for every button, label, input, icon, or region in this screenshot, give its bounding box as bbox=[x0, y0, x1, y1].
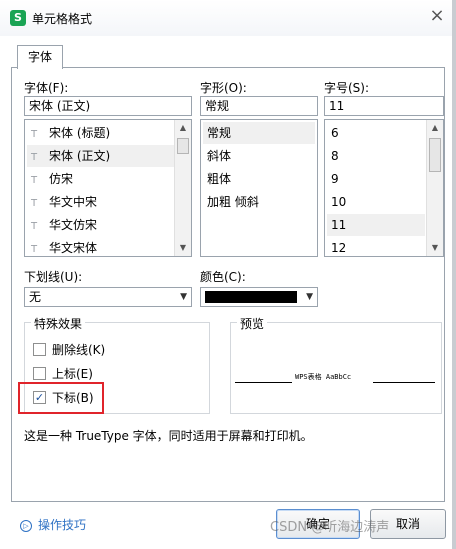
size-input[interactable]: 11 bbox=[324, 96, 444, 116]
truetype-icon: T bbox=[31, 175, 38, 186]
wps-spreadsheet-icon: S bbox=[10, 10, 26, 26]
truetype-icon: T bbox=[31, 221, 38, 232]
play-icon: ▷ bbox=[20, 519, 32, 532]
font-description: 这是一种 TrueType 字体，同时适用于屏幕和打印机。 bbox=[24, 429, 313, 443]
tips-link[interactable]: ▷ 操作技巧 bbox=[20, 516, 86, 533]
window-edge bbox=[452, 0, 456, 549]
strikethrough-checkbox[interactable]: 删除线(K) bbox=[33, 342, 105, 360]
preview-group bbox=[230, 322, 442, 414]
truetype-icon: T bbox=[31, 198, 38, 209]
scroll-down-icon[interactable]: ▼ bbox=[427, 240, 443, 256]
dialog-title: 单元格格式 bbox=[32, 12, 93, 26]
cancel-button[interactable]: 取消 bbox=[370, 509, 446, 539]
font-list-item[interactable]: T 宋体 (正文) bbox=[27, 145, 175, 167]
truetype-icon: T bbox=[31, 244, 38, 255]
size-list-item[interactable]: 8 bbox=[327, 145, 425, 167]
style-list[interactable]: 常规 斜体 粗体 加粗 倾斜 bbox=[200, 119, 318, 257]
underline-select[interactable]: 无 ▼ bbox=[24, 287, 192, 307]
scroll-up-icon[interactable]: ▲ bbox=[427, 120, 443, 136]
underline-label: 下划线(U): bbox=[24, 270, 83, 284]
color-label: 颜色(C): bbox=[200, 270, 246, 284]
effects-title: 特殊效果 bbox=[31, 315, 86, 332]
scroll-down-icon[interactable]: ▼ bbox=[175, 240, 191, 256]
underline-value: 无 bbox=[29, 290, 42, 304]
style-list-item[interactable]: 常规 bbox=[203, 122, 315, 144]
style-list-item[interactable]: 斜体 bbox=[203, 145, 315, 167]
font-list[interactable]: T 宋体 (标题) T 宋体 (正文) T 仿宋 T 华文中宋 T 华文仿宋 T 华文宋体 … bbox=[24, 119, 192, 257]
size-list[interactable]: 6 8 9 10 11 12 ▲ ▼ bbox=[324, 119, 444, 257]
preview-title: 预览 bbox=[237, 315, 268, 332]
scroll-thumb[interactable] bbox=[177, 138, 189, 154]
font-list-item[interactable]: T 华文仿宋 bbox=[27, 214, 175, 236]
truetype-icon: T bbox=[31, 129, 38, 140]
chevron-down-icon: ▼ bbox=[306, 292, 313, 302]
size-list-item[interactable]: 9 bbox=[327, 168, 425, 190]
close-icon[interactable]: × bbox=[425, 6, 449, 28]
font-list-item[interactable]: T 宋体 (标题) bbox=[27, 122, 175, 144]
size-label: 字号(S): bbox=[324, 81, 370, 95]
font-label: 字体(F): bbox=[24, 81, 69, 95]
size-list-item[interactable]: 12 bbox=[327, 237, 425, 256]
style-list-item[interactable]: 粗体 bbox=[203, 168, 315, 190]
font-list-item[interactable]: T 仿宋 bbox=[27, 168, 175, 190]
preview-sample: WPS表格 AaBbCc bbox=[295, 373, 352, 381]
font-scrollbar[interactable]: ▲ ▼ bbox=[174, 120, 191, 256]
ok-button[interactable]: 确定 bbox=[276, 509, 360, 539]
style-label: 字形(O): bbox=[200, 81, 247, 95]
style-list-item[interactable]: 加粗 倾斜 bbox=[203, 191, 315, 213]
style-input[interactable]: 常规 bbox=[200, 96, 318, 116]
scroll-up-icon[interactable]: ▲ bbox=[175, 120, 191, 136]
font-list-item[interactable]: T 华文中宋 bbox=[27, 191, 175, 213]
checkbox-icon[interactable] bbox=[33, 367, 46, 380]
size-list-item[interactable]: 6 bbox=[327, 122, 425, 144]
scroll-thumb[interactable] bbox=[429, 138, 441, 172]
tab-font[interactable]: 字体 bbox=[17, 45, 63, 69]
truetype-icon: T bbox=[31, 152, 38, 163]
color-select[interactable]: ▼ bbox=[200, 287, 318, 307]
title-bar: S 单元格格式 × bbox=[0, 0, 456, 36]
checkbox-icon[interactable] bbox=[33, 343, 46, 356]
font-input[interactable]: 宋体 (正文) bbox=[24, 96, 192, 116]
font-list-item[interactable]: T 华文宋体 bbox=[27, 237, 175, 256]
size-list-item[interactable]: 10 bbox=[327, 191, 425, 213]
size-scrollbar[interactable]: ▲ ▼ bbox=[426, 120, 443, 256]
color-swatch bbox=[205, 291, 297, 303]
preview-line-right bbox=[373, 382, 435, 383]
size-list-item[interactable]: 11 bbox=[327, 214, 425, 236]
highlight-box bbox=[18, 382, 104, 414]
chevron-down-icon: ▼ bbox=[180, 292, 187, 302]
preview-line-left bbox=[235, 382, 292, 383]
